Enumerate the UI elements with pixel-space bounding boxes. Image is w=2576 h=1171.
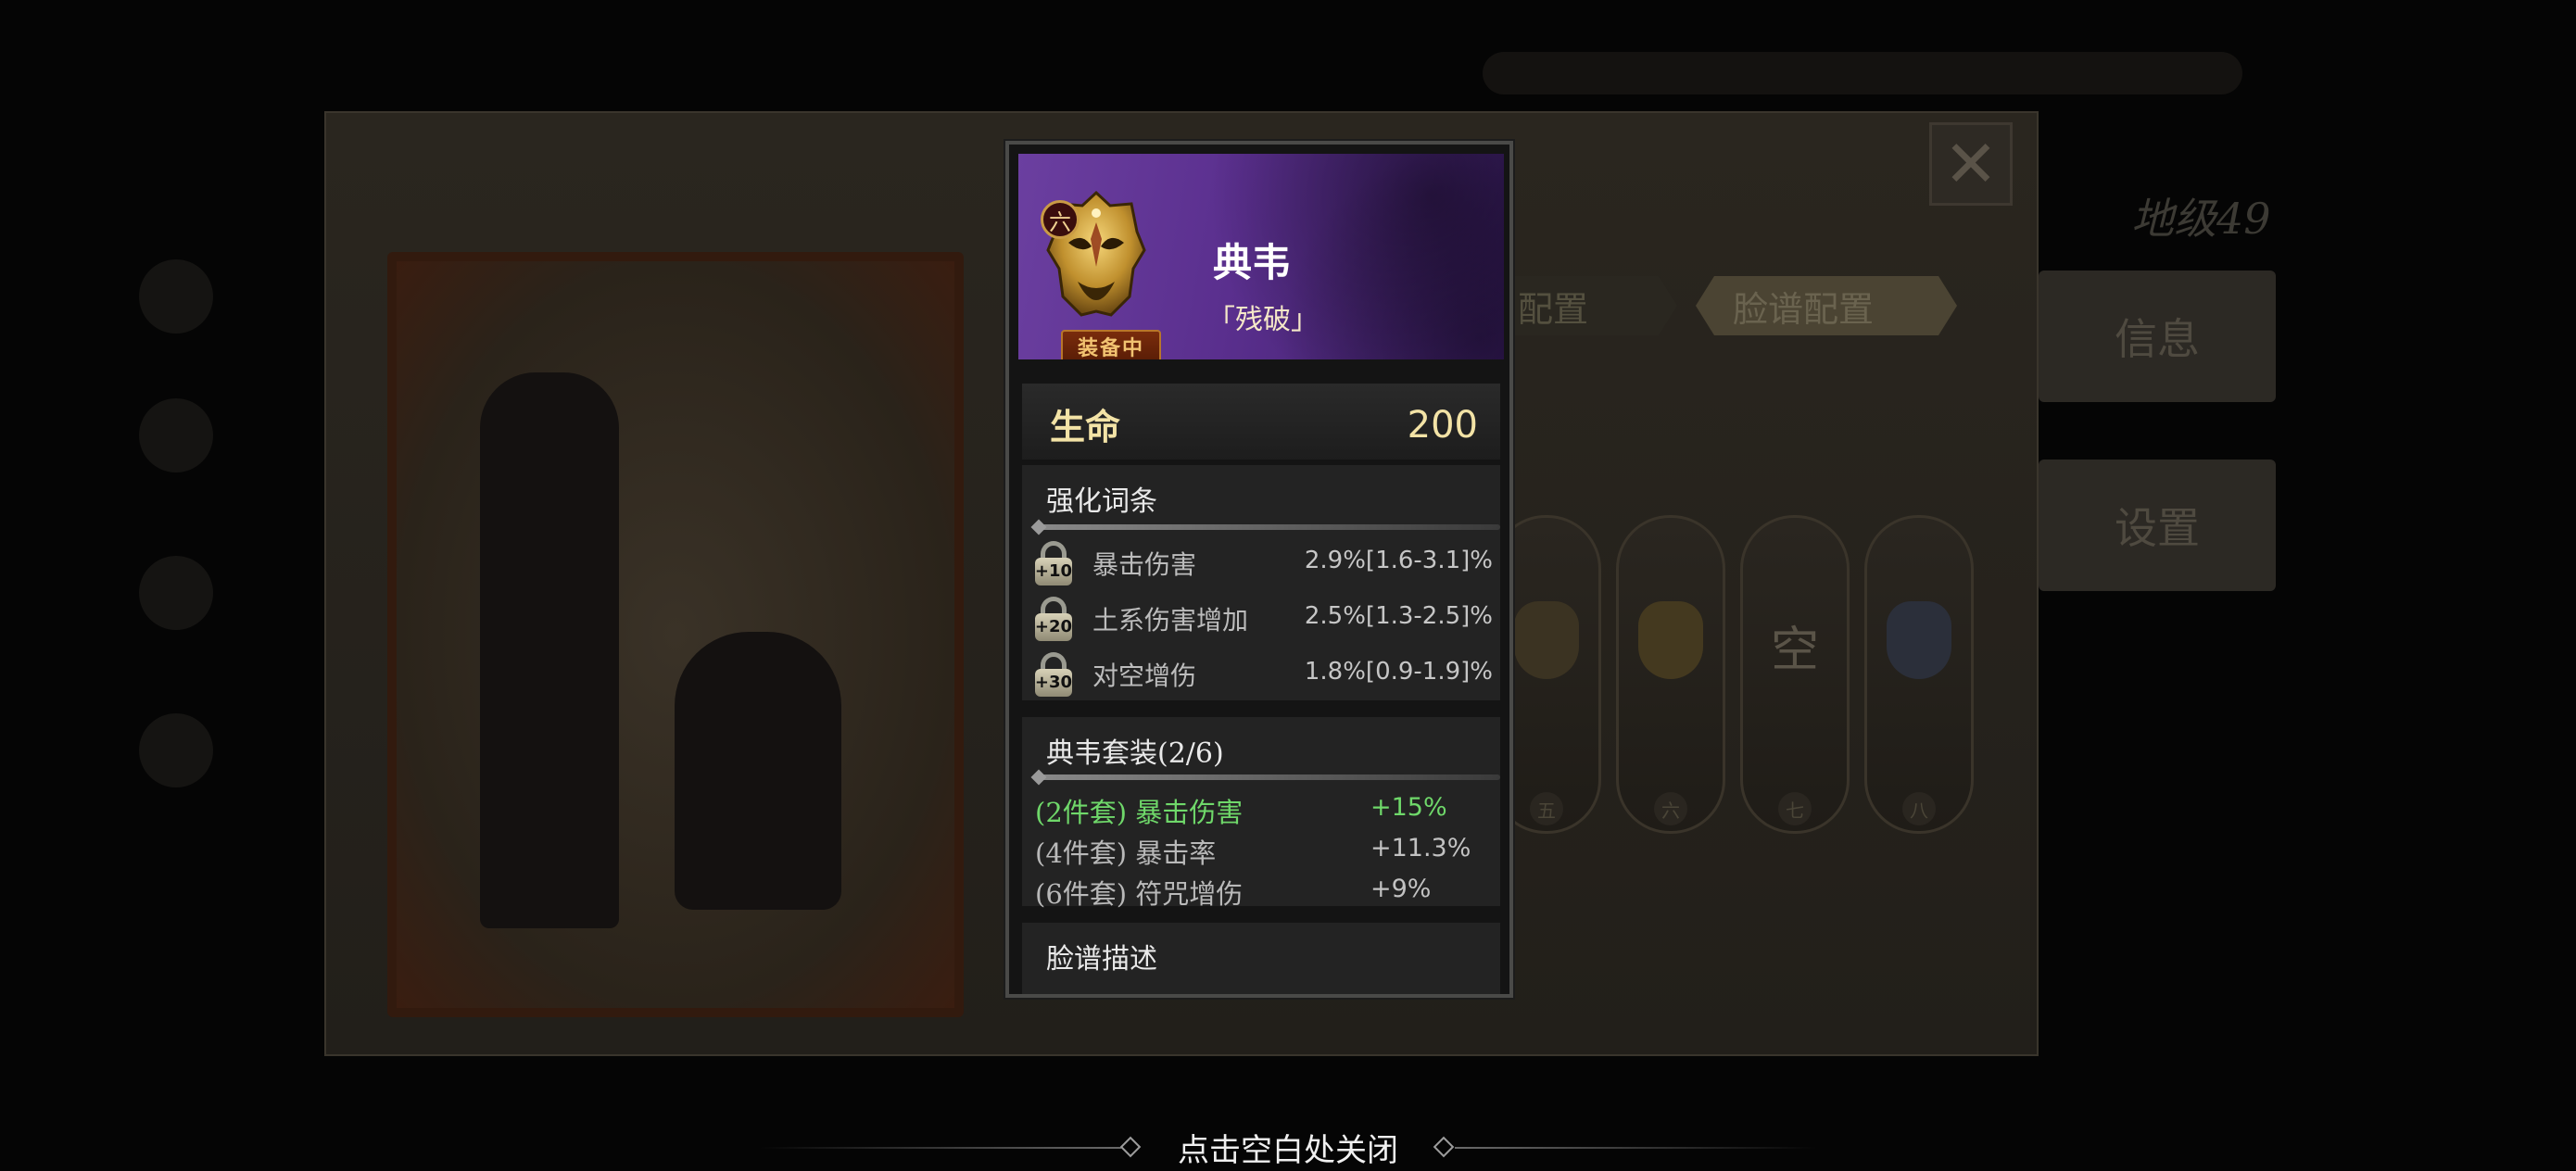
set-bonus-label: (4件套) 暴击率 bbox=[1035, 837, 1217, 869]
affix-row: +10 暴击伤害 2.9%[1.6-3.1]% bbox=[1022, 535, 1500, 587]
lock-icon: +10 bbox=[1033, 541, 1074, 586]
close-hint[interactable]: 点击空白处关闭 bbox=[760, 1123, 1816, 1171]
info-button[interactable]: 信息 bbox=[2039, 271, 2276, 402]
description-section[interactable]: 脸谱描述 bbox=[1022, 923, 1500, 994]
affix-value: 1.8%[0.9-1.9]% bbox=[1304, 658, 1493, 686]
hint-line bbox=[1455, 1147, 1816, 1149]
set-bonus-value: +15% bbox=[1370, 793, 1447, 822]
set-bonus-label: (2件套) 暴击伤害 bbox=[1035, 797, 1244, 828]
side-menu-icon bbox=[139, 556, 213, 630]
set-title: 典韦套装(2/6) bbox=[1046, 737, 1224, 770]
set-bonus-value: +11.3% bbox=[1370, 834, 1471, 863]
level-text: 地级49 bbox=[2131, 194, 2271, 244]
lock-icon: +20 bbox=[1033, 597, 1074, 641]
resource-bar bbox=[1483, 52, 2242, 94]
side-menu-icon bbox=[139, 259, 213, 334]
mask-icon bbox=[1887, 601, 1951, 679]
hp-value: 200 bbox=[1407, 404, 1478, 447]
section-divider bbox=[1037, 774, 1500, 780]
mask-slot-empty[interactable]: 空 七 bbox=[1740, 515, 1850, 834]
affix-name: 土系伤害增加 bbox=[1092, 605, 1249, 636]
side-menu-icon bbox=[139, 713, 213, 787]
settings-button[interactable]: 设置 bbox=[2039, 460, 2276, 591]
affix-name: 对空增伤 bbox=[1092, 661, 1197, 691]
mask-detail-popup: 六 装备中 典韦 「残破」 生命 200 强化词条 +10 暴击伤害 2.9%[… bbox=[1005, 141, 1513, 998]
lock-icon: +30 bbox=[1033, 652, 1074, 697]
set-bonus-label: (6件套) 符咒增伤 bbox=[1035, 878, 1244, 910]
equipped-badge: 装备中 bbox=[1061, 330, 1161, 359]
tab-mask-config[interactable]: 脸谱配置 bbox=[1696, 276, 1957, 335]
hp-label: 生命 bbox=[1050, 406, 1121, 447]
description-title: 脸谱描述 bbox=[1046, 943, 1157, 976]
affix-title: 强化词条 bbox=[1046, 485, 1157, 518]
side-menu-icon bbox=[139, 398, 213, 472]
affix-value: 2.5%[1.3-2.5]% bbox=[1304, 602, 1493, 630]
mask-icon bbox=[1638, 601, 1703, 679]
affix-value: 2.9%[1.6-3.1]% bbox=[1304, 547, 1493, 574]
panel-close-button[interactable]: ✕ bbox=[1929, 122, 2013, 206]
mask-slot[interactable]: 六 bbox=[1616, 515, 1725, 834]
section-divider bbox=[1037, 524, 1500, 530]
mask-icon bbox=[1514, 601, 1579, 679]
mask-header: 六 装备中 典韦 「残破」 bbox=[1018, 154, 1504, 359]
mask-name: 典韦 bbox=[1213, 240, 1292, 285]
hp-stat-row: 生命 200 bbox=[1022, 384, 1500, 460]
character-artwork bbox=[387, 252, 964, 1017]
affix-row: +30 对空增伤 1.8%[0.9-1.9]% bbox=[1022, 647, 1500, 699]
rank-badge: 六 bbox=[1041, 200, 1080, 239]
affix-name: 暴击伤害 bbox=[1092, 549, 1197, 580]
affix-row: +20 土系伤害增加 2.5%[1.3-2.5]% bbox=[1022, 591, 1500, 643]
mask-slot[interactable]: 八 bbox=[1864, 515, 1974, 834]
mask-condition: 「残破」 bbox=[1207, 304, 1319, 336]
set-bonus-section: 典韦套装(2/6) (2件套) 暴击伤害 +15% (4件套) 暴击率 +11.… bbox=[1022, 717, 1500, 910]
affix-section: 强化词条 +10 暴击伤害 2.9%[1.6-3.1]% +20 土系伤害增加 … bbox=[1022, 465, 1500, 700]
set-bonus-value: +9% bbox=[1370, 875, 1432, 903]
